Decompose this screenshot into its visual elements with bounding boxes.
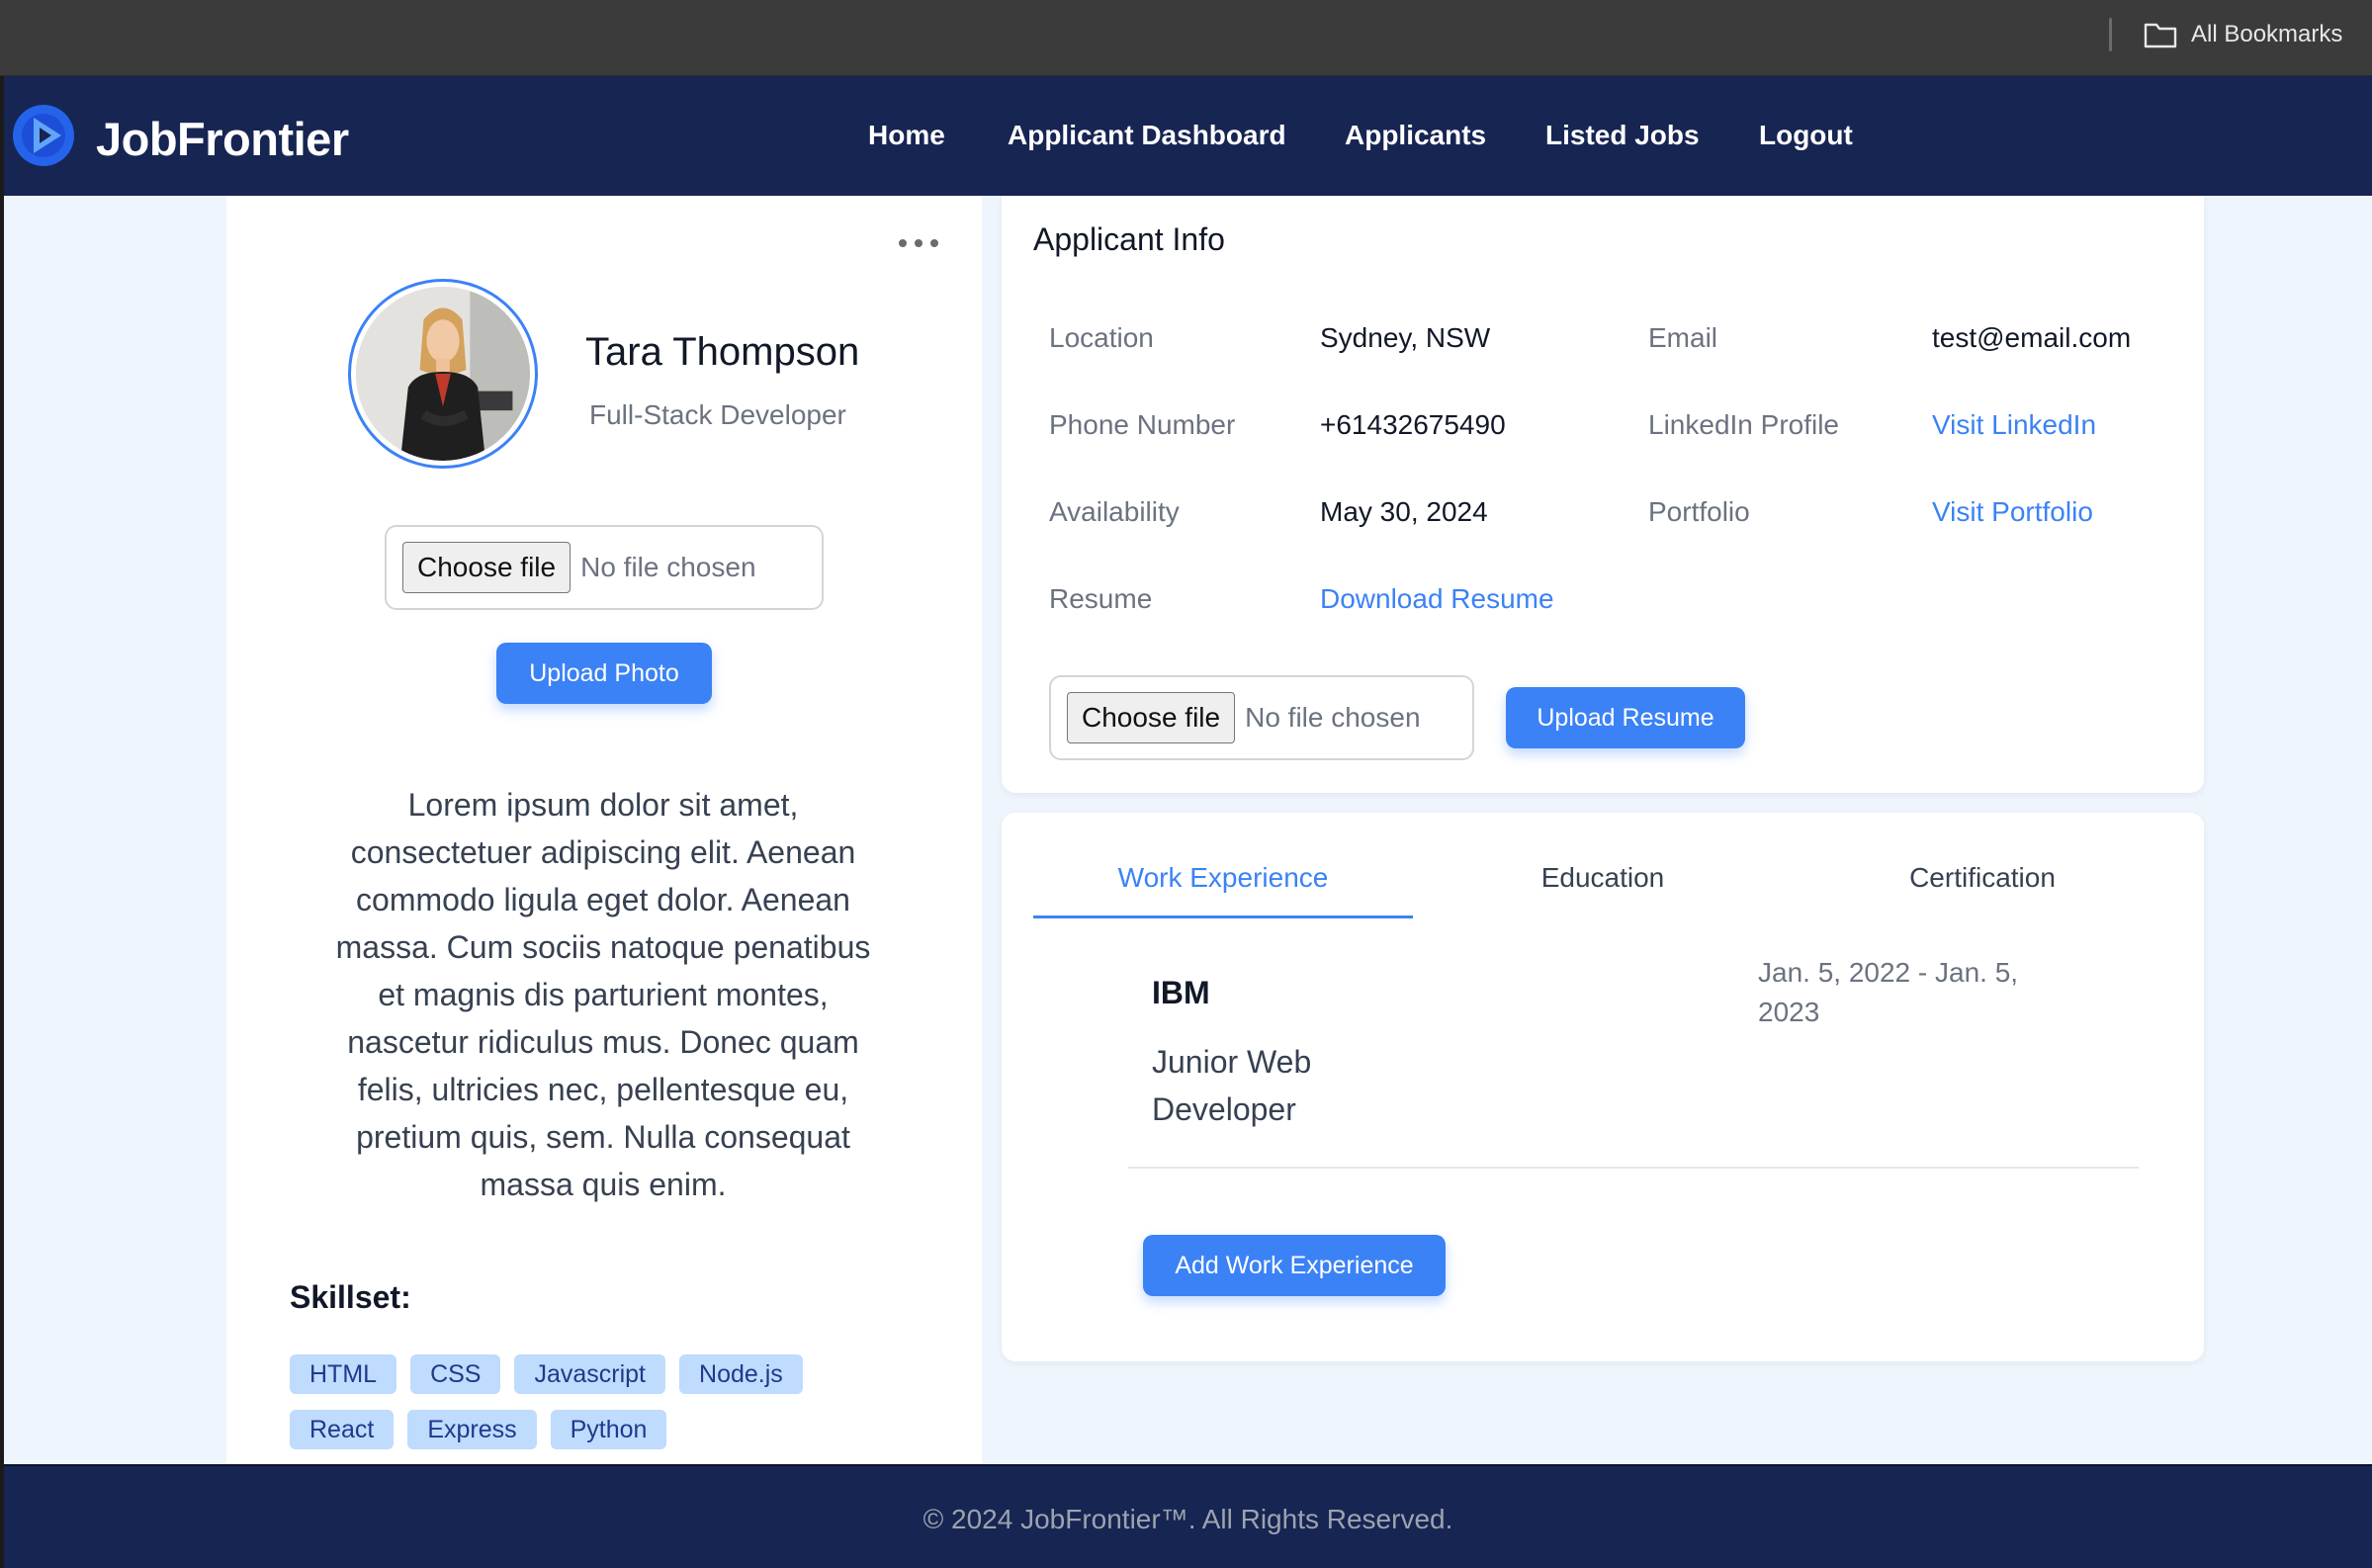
linkedin-label: LinkedIn Profile	[1648, 409, 1840, 440]
tab-education[interactable]: Education	[1413, 862, 1793, 894]
experience-role: Junior Web Developer	[1152, 1044, 1312, 1127]
photo-file-input[interactable]: Choose file No file chosen	[385, 525, 824, 610]
applicant-info-heading: Applicant Info	[1033, 221, 1225, 257]
experience-card: Work Experience Education Certification …	[1002, 813, 2204, 1361]
availability-value: May 30, 2024	[1320, 496, 1488, 527]
resume-file-input[interactable]: Choose file No file chosen	[1049, 675, 1474, 760]
skillset-heading: Skillset:	[290, 1279, 411, 1315]
resume-label: Resume	[1049, 583, 1153, 614]
upload-resume-button[interactable]: Upload Resume	[1506, 687, 1745, 748]
resume-file-status: No file chosen	[1245, 702, 1421, 733]
nav-applicants[interactable]: Applicants	[1345, 120, 1486, 151]
jobfrontier-logo-icon[interactable]	[12, 104, 75, 167]
email-value: test@email.com	[1932, 322, 2132, 353]
avatar	[348, 279, 538, 469]
skill-tag: CSS	[410, 1354, 501, 1394]
nav-listed-jobs[interactable]: Listed Jobs	[1545, 120, 1700, 151]
all-bookmarks-label: All Bookmarks	[2191, 21, 2343, 47]
all-bookmarks-button[interactable]: All Bookmarks	[2144, 18, 2342, 51]
experience-divider	[1128, 1167, 2139, 1169]
skill-tag: Javascript	[514, 1354, 666, 1394]
portfolio-label: Portfolio	[1648, 496, 1750, 527]
nav-applicant-dashboard[interactable]: Applicant Dashboard	[1008, 120, 1286, 151]
location-value: Sydney, NSW	[1320, 322, 1491, 353]
window-edge	[0, 76, 4, 1568]
footer: © 2024 JobFrontier™. All Rights Reserved…	[4, 1464, 2372, 1568]
skill-tag: React	[290, 1410, 395, 1449]
nav-home[interactable]: Home	[868, 120, 945, 151]
skills-list: HTML CSS Javascript Node.js React Expres…	[290, 1354, 903, 1449]
bookmarks-separator	[2109, 18, 2112, 51]
tab-certification[interactable]: Certification	[1793, 862, 2172, 894]
download-resume-link[interactable]: Download Resume	[1320, 583, 1554, 615]
profile-job-title: Full-Stack Developer	[589, 399, 846, 430]
upload-photo-button[interactable]: Upload Photo	[496, 643, 712, 704]
top-navbar: JobFrontier Home Applicant Dashboard App…	[4, 76, 2372, 196]
skill-tag: Python	[550, 1410, 667, 1449]
profile-bio: Lorem ipsum dolor sit amet, consectetuer…	[335, 787, 871, 1202]
experience-company: IBM	[1152, 975, 1210, 1010]
email-label: Email	[1648, 322, 1718, 353]
visit-linkedin-link[interactable]: Visit LinkedIn	[1932, 409, 2096, 441]
visit-portfolio-link[interactable]: Visit Portfolio	[1932, 496, 2093, 528]
applicant-info-card: Applicant Info Location Sydney, NSW Emai…	[1002, 196, 2204, 793]
phone-label: Phone Number	[1049, 409, 1236, 440]
location-label: Location	[1049, 322, 1154, 353]
tab-work-experience[interactable]: Work Experience	[1033, 862, 1413, 894]
phone-value: +61432675490	[1320, 409, 1506, 440]
choose-photo-file-button[interactable]: Choose file	[402, 542, 571, 593]
nav-logout[interactable]: Logout	[1759, 120, 1853, 151]
skill-tag: HTML	[290, 1354, 397, 1394]
folder-icon	[2144, 23, 2177, 48]
active-tab-indicator	[1033, 915, 1413, 918]
choose-resume-file-button[interactable]: Choose file	[1067, 692, 1236, 743]
experience-dates: Jan. 5, 2022 - Jan. 5, 2023	[1758, 957, 2019, 1027]
profile-card: Tara Thompson Full-Stack Developer Choos…	[226, 196, 982, 1464]
skill-tag: Node.js	[679, 1354, 803, 1394]
brand-name[interactable]: JobFrontier	[96, 112, 349, 166]
photo-file-status: No file chosen	[580, 552, 756, 582]
skill-tag: Express	[407, 1410, 537, 1449]
more-options-icon[interactable]	[899, 239, 938, 247]
availability-label: Availability	[1049, 496, 1180, 527]
footer-copyright: © 2024 JobFrontier™. All Rights Reserved…	[922, 1504, 1453, 1534]
profile-name: Tara Thompson	[585, 330, 860, 374]
profile-photo	[356, 287, 530, 461]
browser-bookmarks-bar: All Bookmarks	[0, 0, 2372, 76]
add-work-experience-button[interactable]: Add Work Experience	[1143, 1235, 1446, 1296]
